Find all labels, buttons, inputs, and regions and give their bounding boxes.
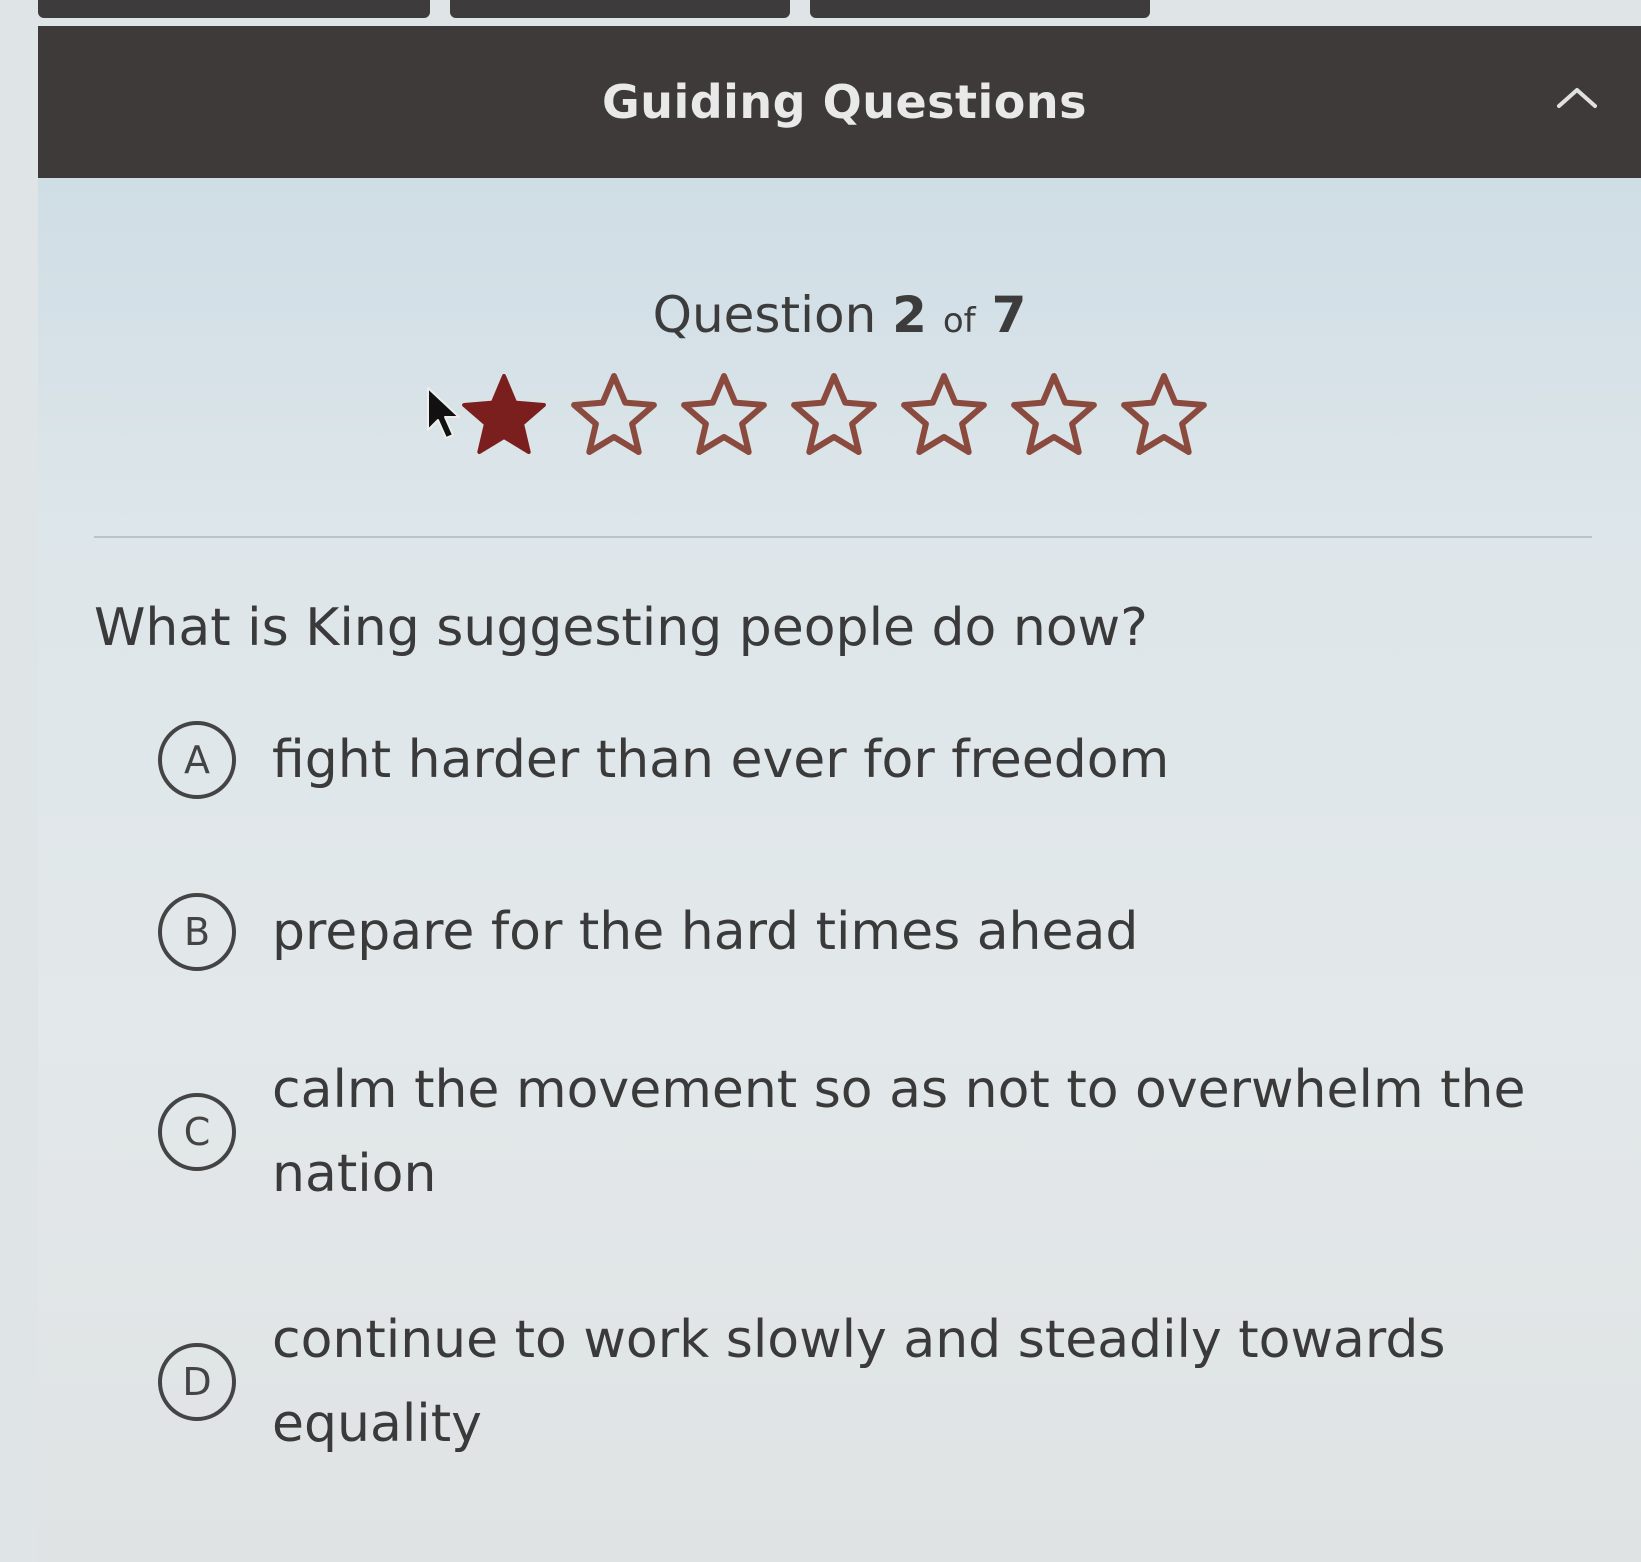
- star-outline-icon: [1011, 373, 1097, 455]
- divider: [94, 536, 1592, 538]
- guiding-questions-panel: Guiding Questions Question 2 of 7 What i…: [38, 26, 1641, 1562]
- question-content: Question 2 of 7 What is King suggesting …: [38, 178, 1641, 1562]
- option-letter-badge[interactable]: C: [158, 1093, 236, 1171]
- counter-of: of: [942, 301, 976, 341]
- top-tab-1[interactable]: [38, 0, 430, 18]
- option-letter-badge[interactable]: D: [158, 1343, 236, 1421]
- star-outline-icon: [681, 373, 767, 455]
- answer-option-d[interactable]: D continue to work slowly and steadily t…: [158, 1298, 1588, 1466]
- mouse-cursor-icon: [427, 387, 460, 439]
- answer-option-b[interactable]: B prepare for the hard times ahead: [158, 890, 1588, 974]
- counter-current: 2: [892, 286, 927, 344]
- star-outline-icon: [901, 373, 987, 455]
- counter-total: 7: [991, 286, 1027, 344]
- answer-option-a[interactable]: A fight harder than ever for freedom: [158, 718, 1588, 802]
- panel-header[interactable]: Guiding Questions: [38, 26, 1641, 178]
- progress-stars: [458, 368, 1210, 460]
- top-tab-2[interactable]: [450, 0, 790, 18]
- chevron-up-icon[interactable]: [1555, 82, 1599, 112]
- screen: Guiding Questions Question 2 of 7 What i…: [0, 0, 1641, 1562]
- option-letter-badge[interactable]: B: [158, 893, 236, 971]
- option-letter-badge[interactable]: A: [158, 721, 236, 799]
- panel-title: Guiding Questions: [601, 75, 1088, 129]
- star-outline-icon: [1121, 373, 1207, 455]
- star-outline-icon: [791, 373, 877, 455]
- option-text[interactable]: continue to work slowly and steadily tow…: [272, 1298, 1472, 1466]
- option-text[interactable]: fight harder than ever for freedom: [272, 718, 1169, 802]
- question-counter: Question 2 of 7: [38, 286, 1641, 344]
- option-text[interactable]: calm the movement so as not to overwhelm…: [272, 1048, 1572, 1216]
- answer-option-c[interactable]: C calm the movement so as not to overwhe…: [158, 1048, 1588, 1216]
- counter-label: Question: [652, 286, 877, 344]
- star-filled-icon: [462, 374, 546, 454]
- top-tab-strip: [38, 0, 1150, 18]
- question-text: What is King suggesting people do now?: [94, 598, 1148, 658]
- star-outline-icon: [571, 373, 657, 455]
- option-text[interactable]: prepare for the hard times ahead: [272, 890, 1138, 974]
- top-tab-3[interactable]: [810, 0, 1150, 18]
